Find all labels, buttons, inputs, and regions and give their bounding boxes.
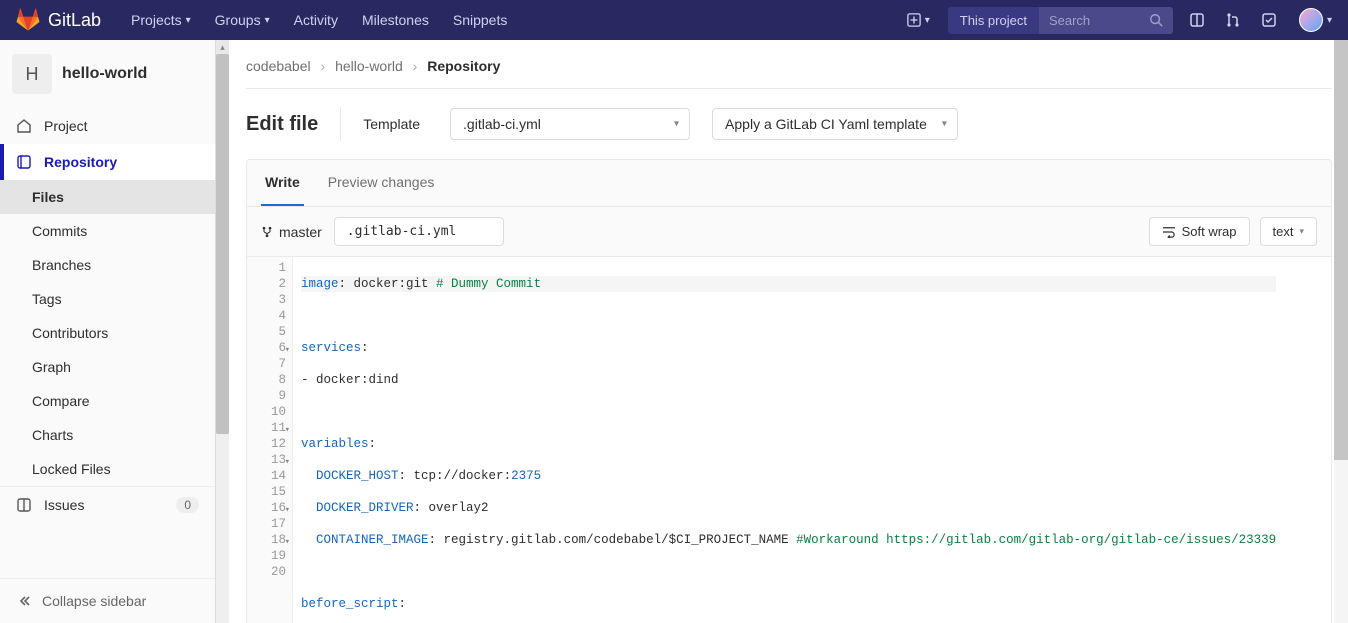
project-name: hello-world xyxy=(62,65,147,83)
sidebar-item-project[interactable]: Project xyxy=(0,108,215,144)
chevron-down-icon: ▾ xyxy=(925,15,930,26)
scroll-thumb[interactable] xyxy=(216,54,229,434)
tab-preview[interactable]: Preview changes xyxy=(324,160,439,206)
user-avatar xyxy=(1299,8,1323,32)
issues-shortcut-icon[interactable] xyxy=(1185,12,1209,28)
nav-projects[interactable]: Projects▾ xyxy=(119,0,203,40)
chevron-down-icon: ▾ xyxy=(1327,15,1332,26)
todos-icon[interactable] xyxy=(1257,12,1281,28)
line-number-gutter: 12345 6▾ 78910 11▾ 12 13▾ 1415 16▾ 17 18… xyxy=(247,257,293,623)
sidebar-item-repository[interactable]: Repository xyxy=(0,144,215,180)
sidebar-scrollbar[interactable]: ▴ xyxy=(215,40,229,623)
editor-panel: Write Preview changes master .gitlab-ci.… xyxy=(246,159,1332,623)
breadcrumb: codebabel › hello-world › Repository xyxy=(246,40,1332,89)
sidebar-sub-branches[interactable]: Branches xyxy=(0,248,215,282)
home-icon xyxy=(16,118,32,134)
filename-input[interactable]: .gitlab-ci.yml xyxy=(334,217,504,246)
merge-requests-icon[interactable] xyxy=(1221,12,1245,28)
nav-snippets[interactable]: Snippets xyxy=(441,0,519,40)
sidebar-item-label: Project xyxy=(44,118,88,134)
header-right: ▾ This project ▾ xyxy=(901,7,1332,34)
sidebar-item-label: Issues xyxy=(44,497,84,513)
repository-subitems: Files Commits Branches Tags Contributors… xyxy=(0,180,215,486)
nav-milestones[interactable]: Milestones xyxy=(350,0,441,40)
user-menu[interactable]: ▾ xyxy=(1299,8,1332,32)
search-box xyxy=(1039,7,1173,34)
brand-name: GitLab xyxy=(48,10,101,31)
breadcrumb-link[interactable]: codebabel xyxy=(246,58,311,74)
breadcrumb-current: Repository xyxy=(427,58,500,74)
search-icon[interactable] xyxy=(1139,13,1173,27)
sidebar-item-label: Repository xyxy=(44,154,117,170)
collapse-label: Collapse sidebar xyxy=(42,593,146,609)
plus-square-icon xyxy=(907,13,921,27)
branch-indicator: master xyxy=(261,224,322,240)
code-content[interactable]: image: docker:git # Dummy Commit service… xyxy=(293,257,1276,623)
sidebar-sub-tags[interactable]: Tags xyxy=(0,282,215,316)
repository-icon xyxy=(16,154,32,170)
breadcrumb-separator: › xyxy=(413,58,418,74)
breadcrumb-separator: › xyxy=(321,58,326,74)
collapse-icon xyxy=(16,593,32,609)
branch-name: master xyxy=(279,224,322,240)
apply-template-dropdown[interactable]: Apply a GitLab CI Yaml template ▾ xyxy=(712,108,958,140)
collapse-sidebar-button[interactable]: Collapse sidebar xyxy=(0,578,215,623)
chevron-down-icon: ▾ xyxy=(674,119,679,130)
editor-tabs: Write Preview changes xyxy=(247,160,1331,207)
template-type-dropdown[interactable]: .gitlab-ci.yml ▾ xyxy=(450,108,690,140)
chevron-down-icon: ▾ xyxy=(1299,226,1304,237)
branch-icon xyxy=(261,225,273,239)
nav-groups[interactable]: Groups▾ xyxy=(203,0,282,40)
nav-activity[interactable]: Activity xyxy=(282,0,350,40)
sidebar-sub-charts[interactable]: Charts xyxy=(0,418,215,452)
nav-items: Projects▾ Groups▾ Activity Milestones Sn… xyxy=(119,0,519,40)
left-sidebar: ▴ H hello-world Project Repository Files… xyxy=(0,40,216,623)
project-avatar: H xyxy=(12,54,52,94)
search-input[interactable] xyxy=(1039,7,1139,34)
search-scope-selector[interactable]: This project xyxy=(948,7,1039,34)
project-header[interactable]: H hello-world xyxy=(0,40,215,108)
template-label: Template xyxy=(340,107,428,141)
dropdown-value: Apply a GitLab CI Yaml template xyxy=(725,116,927,132)
scroll-thumb[interactable] xyxy=(1334,40,1348,460)
issues-count-badge: 0 xyxy=(176,497,199,513)
create-new-button[interactable]: ▾ xyxy=(901,13,936,27)
sidebar-sub-locked[interactable]: Locked Files xyxy=(0,452,215,486)
sidebar-sub-graph[interactable]: Graph xyxy=(0,350,215,384)
scroll-up-arrow[interactable]: ▴ xyxy=(216,40,229,54)
sidebar-sub-commits[interactable]: Commits xyxy=(0,214,215,248)
gitlab-logo[interactable]: GitLab xyxy=(16,8,101,32)
sidebar-sub-files[interactable]: Files xyxy=(0,180,215,214)
tab-write[interactable]: Write xyxy=(261,160,304,206)
gitlab-tanuki-icon xyxy=(16,8,40,32)
sidebar-item-issues[interactable]: Issues 0 xyxy=(0,486,215,523)
chevron-down-icon: ▾ xyxy=(942,119,947,130)
softwrap-icon xyxy=(1162,226,1176,238)
code-editor[interactable]: 12345 6▾ 78910 11▾ 12 13▾ 1415 16▾ 17 18… xyxy=(247,257,1331,623)
editor-toolbar: master .gitlab-ci.yml Soft wrap text ▾ xyxy=(247,207,1331,257)
breadcrumb-link[interactable]: hello-world xyxy=(335,58,403,74)
chevron-down-icon: ▾ xyxy=(265,15,270,26)
chevron-down-icon: ▾ xyxy=(186,15,191,26)
page-title: Edit file xyxy=(246,113,318,136)
sidebar-sub-compare[interactable]: Compare xyxy=(0,384,215,418)
top-navbar: GitLab Projects▾ Groups▾ Activity Milest… xyxy=(0,0,1348,40)
main-content: codebabel › hello-world › Repository Edi… xyxy=(230,40,1348,623)
edit-file-bar: Edit file Template .gitlab-ci.yml ▾ Appl… xyxy=(246,89,1332,159)
softwrap-button[interactable]: Soft wrap xyxy=(1149,217,1250,246)
language-dropdown[interactable]: text ▾ xyxy=(1260,217,1318,246)
issues-icon xyxy=(16,497,32,513)
main-scrollbar[interactable] xyxy=(1334,40,1348,623)
dropdown-value: .gitlab-ci.yml xyxy=(463,116,541,132)
sidebar-sub-contributors[interactable]: Contributors xyxy=(0,316,215,350)
